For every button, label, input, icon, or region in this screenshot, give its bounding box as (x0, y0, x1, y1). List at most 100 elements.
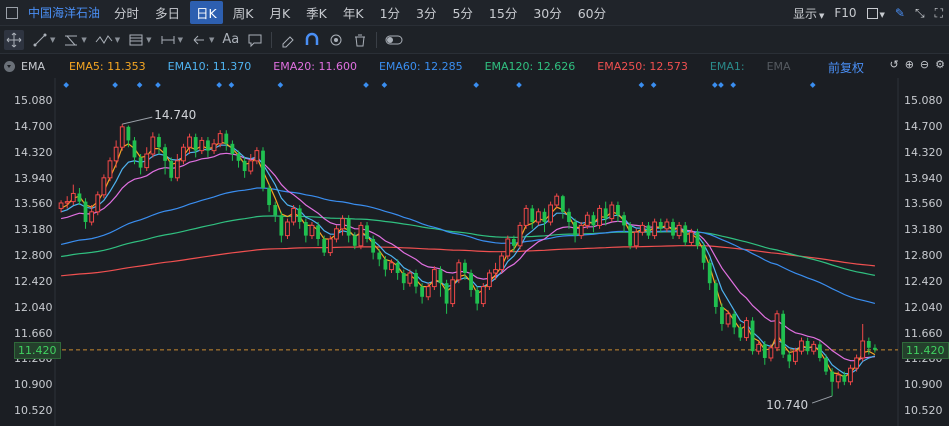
period-tab[interactable]: 季K (300, 1, 333, 24)
candle-body (340, 218, 345, 230)
divider (271, 31, 273, 48)
candle-body (327, 238, 333, 254)
candle-body (554, 195, 560, 206)
candle-body (352, 235, 357, 246)
expand-icon[interactable]: ⛶ (935, 6, 943, 21)
text-tool-icon[interactable]: Aa (222, 32, 239, 47)
trash-icon[interactable] (352, 32, 368, 48)
period-tab[interactable]: 30分 (527, 1, 567, 24)
candlestick-chart[interactable] (0, 78, 949, 426)
line-tool-icon[interactable]: ▼ (32, 32, 55, 48)
candle-body (169, 160, 174, 178)
candle-body (187, 136, 192, 148)
candle-body (236, 154, 241, 161)
f10-button[interactable]: F10 (834, 6, 856, 20)
candle-body (609, 204, 615, 220)
eraser-icon[interactable] (280, 32, 296, 48)
period-tab[interactable]: 60分 (572, 1, 612, 24)
pen-icon[interactable]: ✎ (895, 6, 905, 20)
fib-tool-icon[interactable]: ▼ (128, 32, 152, 48)
candle-body (713, 283, 718, 307)
event-marker (216, 82, 222, 88)
candle-body (738, 327, 743, 338)
undo-icon[interactable]: ↺ (889, 58, 898, 71)
arrow-tool-icon[interactable]: ▼ (191, 32, 214, 48)
candle-body (750, 320, 755, 352)
period-tab[interactable]: 多日 (149, 1, 186, 24)
candle-body (126, 126, 131, 141)
candle-body (848, 367, 853, 383)
candle-body (297, 208, 302, 223)
candle-body (542, 211, 547, 223)
period-tab[interactable]: 分时 (108, 1, 145, 24)
display-dropdown[interactable]: 显示 ▼ (793, 5, 824, 22)
ema-value: EMA (766, 59, 791, 73)
candle-body (671, 222, 675, 236)
checkbox[interactable] (6, 6, 18, 19)
channel-tool-icon[interactable]: ▼ (63, 32, 87, 48)
candle-body (622, 215, 626, 226)
event-marker (712, 82, 718, 88)
adjust-mode[interactable]: 前复权 (828, 59, 864, 76)
candle-body (334, 228, 339, 240)
period-tab[interactable]: 年K (337, 1, 370, 24)
measure-tool-icon[interactable]: ▼ (160, 32, 183, 48)
candle-body (866, 340, 871, 348)
event-marker (363, 82, 369, 88)
period-tab[interactable]: 1分 (374, 1, 406, 24)
current-price-tag: 11.420 (14, 341, 61, 359)
comment-tool-icon[interactable] (247, 32, 263, 48)
candle-body (309, 224, 315, 237)
candle-body (603, 208, 608, 219)
candle-body (725, 313, 731, 325)
event-marker (63, 82, 70, 88)
event-marker (277, 82, 284, 88)
period-tab[interactable]: 3分 (410, 1, 442, 24)
candle-body (633, 231, 639, 247)
candle-body (248, 160, 254, 172)
wave-tool-icon[interactable]: ▼ (95, 32, 120, 48)
layout-dropdown[interactable]: ▼ (866, 6, 885, 20)
crosshair-tool-icon[interactable] (4, 29, 24, 50)
candle-body (273, 205, 278, 216)
ema120-line (61, 215, 876, 276)
candle-body (181, 146, 186, 162)
period-tab[interactable]: 日K (190, 1, 223, 24)
candle-body (217, 133, 223, 145)
magnet-icon[interactable] (304, 32, 320, 48)
ema-value: EMA20: 11.600 (273, 59, 357, 73)
candle-body (401, 272, 406, 284)
candle-body (113, 146, 119, 162)
candle-body (371, 239, 376, 253)
candle-body (291, 207, 296, 223)
collapse-icon[interactable]: ⤡ (915, 6, 925, 21)
candle-body (511, 239, 516, 246)
period-tab[interactable]: 15分 (483, 1, 523, 24)
y-tick-label-left: 12.420 (14, 274, 53, 288)
candle-body (499, 255, 505, 271)
candle-body (805, 340, 810, 352)
eye-icon[interactable] (328, 32, 344, 48)
candle-body (224, 133, 229, 144)
collapse-indicator-icon[interactable] (4, 60, 15, 72)
indicator-name[interactable]: EMA (21, 60, 45, 73)
add-icon[interactable]: ⊕ (905, 58, 914, 71)
y-tick-label-right: 13.560 (904, 197, 943, 211)
candle-body (365, 225, 369, 240)
ema-value: EMA120: 12.626 (484, 59, 576, 73)
period-tab[interactable]: 周K (227, 1, 260, 24)
candle-body (389, 262, 394, 271)
candle-body (487, 272, 492, 288)
period-tab[interactable]: 5分 (446, 1, 478, 24)
candle-body (444, 283, 449, 304)
y-tick-label-left: 15.080 (14, 94, 53, 107)
remove-icon[interactable]: ⊖ (920, 58, 929, 71)
period-tab[interactable]: 月K (263, 1, 296, 24)
stock-name[interactable]: 中国海洋石油 (28, 4, 100, 21)
y-tick-label-left: 12.800 (14, 249, 53, 262)
settings-icon[interactable]: ⚙ (935, 58, 945, 71)
toolbar-right: 显示 ▼ F10 ▼ ✎ ⤡ ⛶ (783, 0, 949, 26)
toggle-icon[interactable] (385, 32, 403, 48)
candle-body (854, 357, 859, 369)
y-tick-label-left: 13.180 (14, 223, 53, 237)
